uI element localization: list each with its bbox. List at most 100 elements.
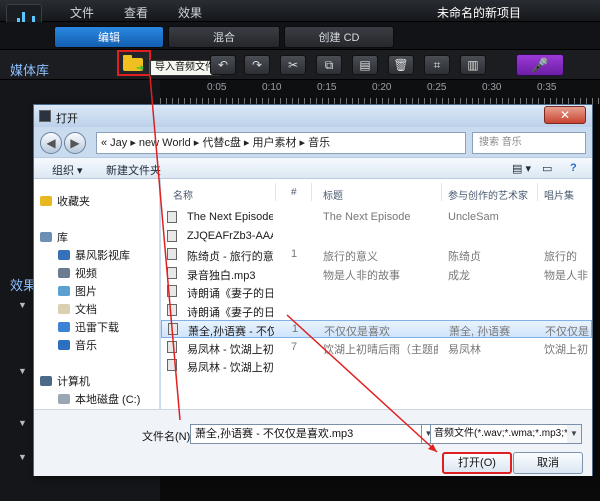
nav-favorites[interactable]: 收藏夹 (40, 193, 90, 209)
copy-icon[interactable]: ⧉ (316, 55, 342, 75)
nav-library[interactable]: 库 (40, 229, 68, 245)
menu-view[interactable]: 查看 (124, 4, 148, 21)
nav-lib-item[interactable]: 文档 (58, 301, 97, 317)
nav-lib-item[interactable]: 迅雷下载 (58, 319, 119, 335)
column-header-album[interactable]: 唱片集 (544, 187, 574, 202)
forward-icon[interactable]: ▶ (64, 132, 86, 154)
track-artist: UncleSam (448, 211, 499, 223)
track-title: 物是人非的故事 (323, 269, 400, 282)
expand-triangle-icon[interactable]: ▼ (18, 418, 27, 428)
preview-pane-icon[interactable]: ▭ (542, 162, 552, 175)
column-separator[interactable] (311, 183, 312, 201)
address-bar[interactable]: « Jay ▸ new World ▸ 代替c盘 ▸ 用户素材 ▸ 音乐 (96, 132, 466, 154)
close-button[interactable]: ✕ (544, 106, 586, 124)
file-row[interactable]: ZJQEAFrZb3-AAAz... (161, 228, 592, 246)
star-icon (40, 196, 52, 206)
track-artist: 易凤林 (448, 343, 481, 356)
column-separator[interactable] (275, 183, 276, 201)
file-name: 诗朗诵《妻子的日... (187, 288, 273, 300)
split-icon[interactable]: ▥ (460, 55, 486, 75)
nav-label: 计算机 (57, 376, 90, 388)
audio-file-icon (167, 303, 177, 316)
nav-label: 迅雷下载 (75, 322, 119, 334)
chevron-down-icon: ▼ (567, 425, 581, 443)
nav-label: 视频 (75, 268, 97, 280)
import-audio-button[interactable]: ➜ (117, 50, 151, 76)
track-number: 1 (292, 323, 299, 335)
file-type-value: 音频文件(*.wav;*.wma;*.mp3;* (434, 428, 568, 439)
microphone-icon: 🎤 (531, 57, 549, 73)
help-icon[interactable]: ? (570, 162, 577, 174)
filename-input[interactable]: 萧全,孙语赛 - 不仅仅是喜欢.mp3 (190, 424, 422, 444)
column-header-artist[interactable]: 参与创作的艺术家 (448, 187, 528, 202)
nav-lib-item[interactable]: 音乐 (58, 337, 97, 353)
file-row[interactable]: 陈绮贞 - 旅行的意... 1 旅行的意义 陈绮贞 旅行的 (161, 246, 592, 264)
undo-icon[interactable]: ↶ (210, 55, 236, 75)
track-album: 旅行的 (544, 251, 577, 263)
nav-label: 文档 (75, 304, 97, 316)
address-path: « Jay ▸ new World ▸ 代替c盘 ▸ 用户素材 ▸ 音乐 (101, 137, 331, 149)
timeline-ruler[interactable]: 0:05 0:10 0:15 0:20 0:25 0:30 0:35 (160, 80, 600, 104)
record-mic-button[interactable]: 🎤 (516, 54, 564, 76)
menu-effects[interactable]: 效果 (178, 4, 202, 21)
file-name: 陈绮贞 - 旅行的意... (187, 251, 273, 263)
file-row[interactable]: 易凤林 - 饮湖上初... 7 饮湖上初晴后雨（主题曲） 易凤林 饮湖上初 (161, 339, 592, 357)
dialog-titlebar[interactable]: 打开 ✕ (34, 105, 592, 127)
cut-icon[interactable]: ✂ (280, 55, 306, 75)
column-header-number[interactable]: # (291, 187, 297, 198)
menu-file[interactable]: 文件 (70, 4, 94, 21)
audio-file-icon (167, 359, 177, 371)
nav-lib-item[interactable]: 图片 (58, 283, 97, 299)
column-header-title[interactable]: 标题 (323, 187, 343, 202)
expand-triangle-icon[interactable]: ▼ (18, 300, 27, 310)
audio-file-icon (167, 211, 177, 223)
audio-file-icon (167, 266, 177, 279)
file-row[interactable]: 录音独白.mp3 物是人非的故事 成龙 物是人非 (161, 265, 592, 283)
file-row[interactable]: 诗朗诵《妻子的日... (161, 302, 592, 320)
file-row[interactable]: 易凤林 - 饮湖上初... (161, 357, 592, 375)
column-separator[interactable] (441, 183, 442, 201)
expand-triangle-icon[interactable]: ▼ (18, 366, 27, 376)
video-icon (58, 268, 70, 278)
column-header-name[interactable]: 名称 (173, 187, 193, 202)
tick-label: 0:10 (262, 82, 282, 93)
audio-file-icon (167, 285, 177, 297)
search-input[interactable]: 搜索 音乐 (472, 132, 586, 154)
file-type-select[interactable]: 音频文件(*.wav;*.wma;*.mp3;* ▼ (430, 424, 582, 444)
filename-value: 萧全,孙语赛 - 不仅仅是喜欢.mp3 (195, 428, 354, 440)
track-number: 1 (291, 248, 298, 260)
nav-label: 音乐 (75, 340, 97, 352)
file-row[interactable]: 诗朗诵《妻子的日... (161, 283, 592, 301)
open-file-dialog: 打开 ✕ ◀ ▶ « Jay ▸ new World ▸ 代替c盘 ▸ 用户素材… (33, 104, 593, 476)
video-library-icon (58, 250, 70, 260)
back-icon[interactable]: ◀ (40, 132, 62, 154)
nav-disk[interactable]: 本地磁盘 (C:) (58, 391, 140, 407)
crop-icon[interactable]: ⌗ (424, 55, 450, 75)
nav-computer[interactable]: 计算机 (40, 373, 90, 389)
redo-icon[interactable]: ↷ (244, 55, 270, 75)
new-folder-button[interactable]: 新建文件夹 (106, 162, 161, 178)
track-album: 物是人非 (544, 269, 588, 282)
expand-triangle-icon[interactable]: ▼ (18, 452, 27, 462)
tab-create-cd[interactable]: 创建 CD (284, 26, 394, 48)
window-icon (39, 110, 51, 122)
view-options-icon[interactable]: ▤ ▾ (512, 162, 531, 175)
tab-mix[interactable]: 混合 (168, 26, 280, 48)
column-separator[interactable] (537, 183, 538, 201)
dialog-footer: 文件名(N): 萧全,孙语赛 - 不仅仅是喜欢.mp3 ▼ 音频文件(*.wav… (34, 409, 592, 476)
nav-lib-item[interactable]: 暴风影视库 (58, 247, 130, 263)
cancel-button[interactable]: 取消 (513, 452, 583, 474)
nav-label: 图片 (75, 286, 97, 298)
file-name: 易凤林 - 饮湖上初... (187, 343, 273, 356)
tab-edit[interactable]: 编辑 (54, 26, 164, 48)
file-row[interactable]: 萧全,孙语赛 - 不仅... 1 不仅仅是喜欢 萧全, 孙语赛 不仅仅是 (161, 320, 592, 338)
tick-label: 0:15 (317, 82, 337, 93)
organize-button[interactable]: 组织 ▾ (52, 162, 83, 178)
delete-icon[interactable]: 🗑 (388, 55, 414, 75)
paste-icon[interactable]: ▤ (352, 55, 378, 75)
nav-lib-item[interactable]: 视频 (58, 265, 97, 281)
open-button[interactable]: 打开(O) (442, 452, 512, 474)
file-row[interactable]: The Next Episode... The Next Episode Uncle… (161, 209, 592, 227)
tick-label: 0:05 (207, 82, 227, 93)
download-icon (58, 322, 70, 332)
